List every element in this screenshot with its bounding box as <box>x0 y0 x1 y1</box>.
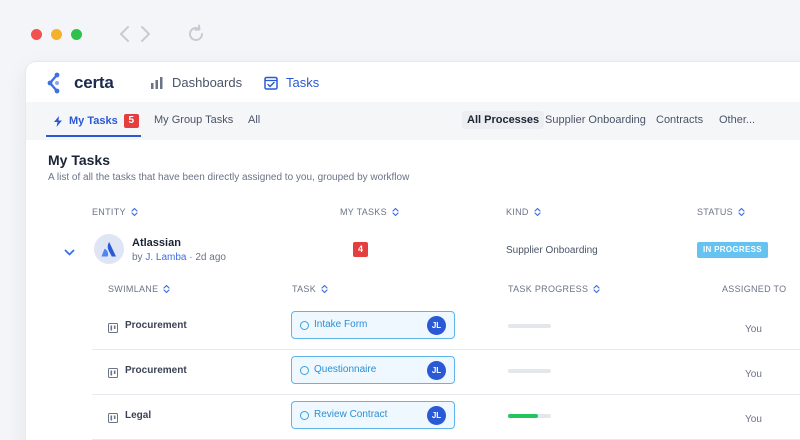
avatar: JL <box>427 406 446 425</box>
nav-tasks-label: Tasks <box>286 75 320 90</box>
maximize-window-button[interactable] <box>71 29 82 40</box>
filter-other[interactable]: Other... <box>719 114 755 126</box>
entity-owner-link[interactable]: J. Lamba <box>145 252 186 263</box>
assigned-to: You <box>745 324 762 335</box>
column-header-kind[interactable]: KIND <box>506 207 541 217</box>
column-header-my-tasks[interactable]: MY TASKS <box>340 207 399 217</box>
lightning-icon <box>54 115 62 127</box>
app-name: certa <box>74 73 114 92</box>
column-header-status-label: STATUS <box>697 207 733 217</box>
subcolumn-header-task-progress-label: TASK PROGRESS <box>508 284 589 294</box>
task-button[interactable]: Questionnaire JL <box>291 356 455 384</box>
tab-my-group-tasks[interactable]: My Group Tasks <box>154 114 233 126</box>
subcolumn-header-task-progress[interactable]: TASK PROGRESS <box>508 284 600 294</box>
status-badge: IN PROGRESS <box>697 242 768 258</box>
subcolumn-header-task-label: TASK <box>292 284 317 294</box>
swimlane-label: Procurement <box>125 365 187 376</box>
circle-icon <box>300 411 309 420</box>
entity-name[interactable]: Atlassian <box>132 237 181 249</box>
atlassian-icon <box>101 242 116 257</box>
column-header-entity[interactable]: ENTITY <box>92 207 138 217</box>
browser-chrome <box>0 0 800 62</box>
assigned-to: You <box>745 414 762 425</box>
active-tab-indicator <box>46 135 141 137</box>
swimlane-label: Legal <box>125 410 152 421</box>
column-header-status[interactable]: STATUS <box>697 207 745 217</box>
task-progress-bar <box>508 414 551 418</box>
avatar: JL <box>427 361 446 380</box>
assigned-to: You <box>745 369 762 380</box>
entity-age: · 2d ago <box>189 252 226 263</box>
subcolumn-header-swimlane[interactable]: SWIMLANE <box>108 284 171 294</box>
subcolumn-header-task[interactable]: TASK <box>292 284 328 294</box>
filter-contracts[interactable]: Contracts <box>656 114 703 126</box>
reload-icon[interactable] <box>186 22 206 46</box>
page-title: My Tasks <box>48 152 110 168</box>
column-header-kind-label: KIND <box>506 207 529 217</box>
entity-meta-by: by <box>132 252 143 263</box>
swimlane-icon <box>108 320 118 338</box>
tab-my-tasks-label: My Tasks <box>69 115 118 127</box>
task-progress-bar <box>508 369 551 373</box>
nav-dashboards[interactable]: Dashboards <box>150 75 242 90</box>
page-subtitle: A list of all the tasks that have been d… <box>48 172 410 183</box>
tab-all[interactable]: All <box>248 114 260 126</box>
subcolumn-header-swimlane-label: SWIMLANE <box>108 284 159 294</box>
certa-logo[interactable]: certa <box>46 72 114 94</box>
swimlane-icon <box>108 410 118 428</box>
back-icon[interactable] <box>118 22 130 46</box>
task-button[interactable]: Review Contract JL <box>291 401 455 429</box>
swimlane-label: Procurement <box>125 320 187 331</box>
entity-meta: by J. Lamba · 2d ago <box>132 252 226 263</box>
app-header: certa Dashboards Tasks <box>26 62 800 104</box>
avatar: JL <box>427 316 446 335</box>
column-header-entity-label: ENTITY <box>92 207 126 217</box>
entity-row[interactable] <box>26 228 800 272</box>
column-header-my-tasks-label: MY TASKS <box>340 207 387 217</box>
certa-logo-icon <box>47 72 60 94</box>
atlassian-logo <box>94 234 124 264</box>
task-label: Intake Form <box>314 319 368 330</box>
task-row[interactable]: Procurement Questionnaire JL You <box>92 350 800 395</box>
sort-icon <box>321 284 328 294</box>
app-window: certa Dashboards Tasks My Tasks 5 My Gro… <box>26 62 800 440</box>
task-filter-bar: My Tasks 5 My Group Tasks All All Proces… <box>26 102 800 140</box>
chevron-down-icon[interactable] <box>64 244 75 262</box>
task-button[interactable]: Intake Form JL <box>291 311 455 339</box>
nav-tasks[interactable]: Tasks <box>264 75 319 90</box>
task-progress-fill <box>508 414 539 418</box>
sort-icon <box>593 284 600 294</box>
task-row[interactable]: Procurement Intake Form JL You <box>92 305 800 350</box>
sort-icon <box>163 284 171 294</box>
nav-dashboards-label: Dashboards <box>172 75 243 90</box>
task-label: Review Contract <box>314 409 388 420</box>
task-row[interactable]: Legal Review Contract JL You <box>92 395 800 440</box>
task-checklist-icon <box>264 76 278 90</box>
entity-kind: Supplier Onboarding <box>506 245 598 256</box>
task-label: Questionnaire <box>314 364 377 375</box>
close-window-button[interactable] <box>31 29 42 40</box>
sort-icon <box>534 207 541 217</box>
filter-supplier-onboarding[interactable]: Supplier Onboarding <box>545 114 646 126</box>
forward-icon[interactable] <box>140 22 152 46</box>
minimize-window-button[interactable] <box>51 29 62 40</box>
circle-icon <box>300 321 309 330</box>
sort-icon <box>738 207 745 217</box>
sort-icon <box>131 207 138 217</box>
task-progress-bar <box>508 324 551 328</box>
sort-icon <box>392 207 399 217</box>
my-tasks-count-badge: 5 <box>123 114 139 128</box>
subcolumn-header-assigned-to[interactable]: ASSIGNED TO <box>722 284 787 294</box>
filter-all-processes[interactable]: All Processes <box>462 111 545 129</box>
bar-chart-icon <box>151 77 163 89</box>
subcolumn-header-assigned-to-label: ASSIGNED TO <box>722 284 787 294</box>
swimlane-icon <box>108 365 118 383</box>
tab-my-tasks[interactable]: My Tasks 5 <box>54 114 139 128</box>
circle-icon <box>300 366 309 375</box>
entity-task-count-badge: 4 <box>353 242 368 257</box>
